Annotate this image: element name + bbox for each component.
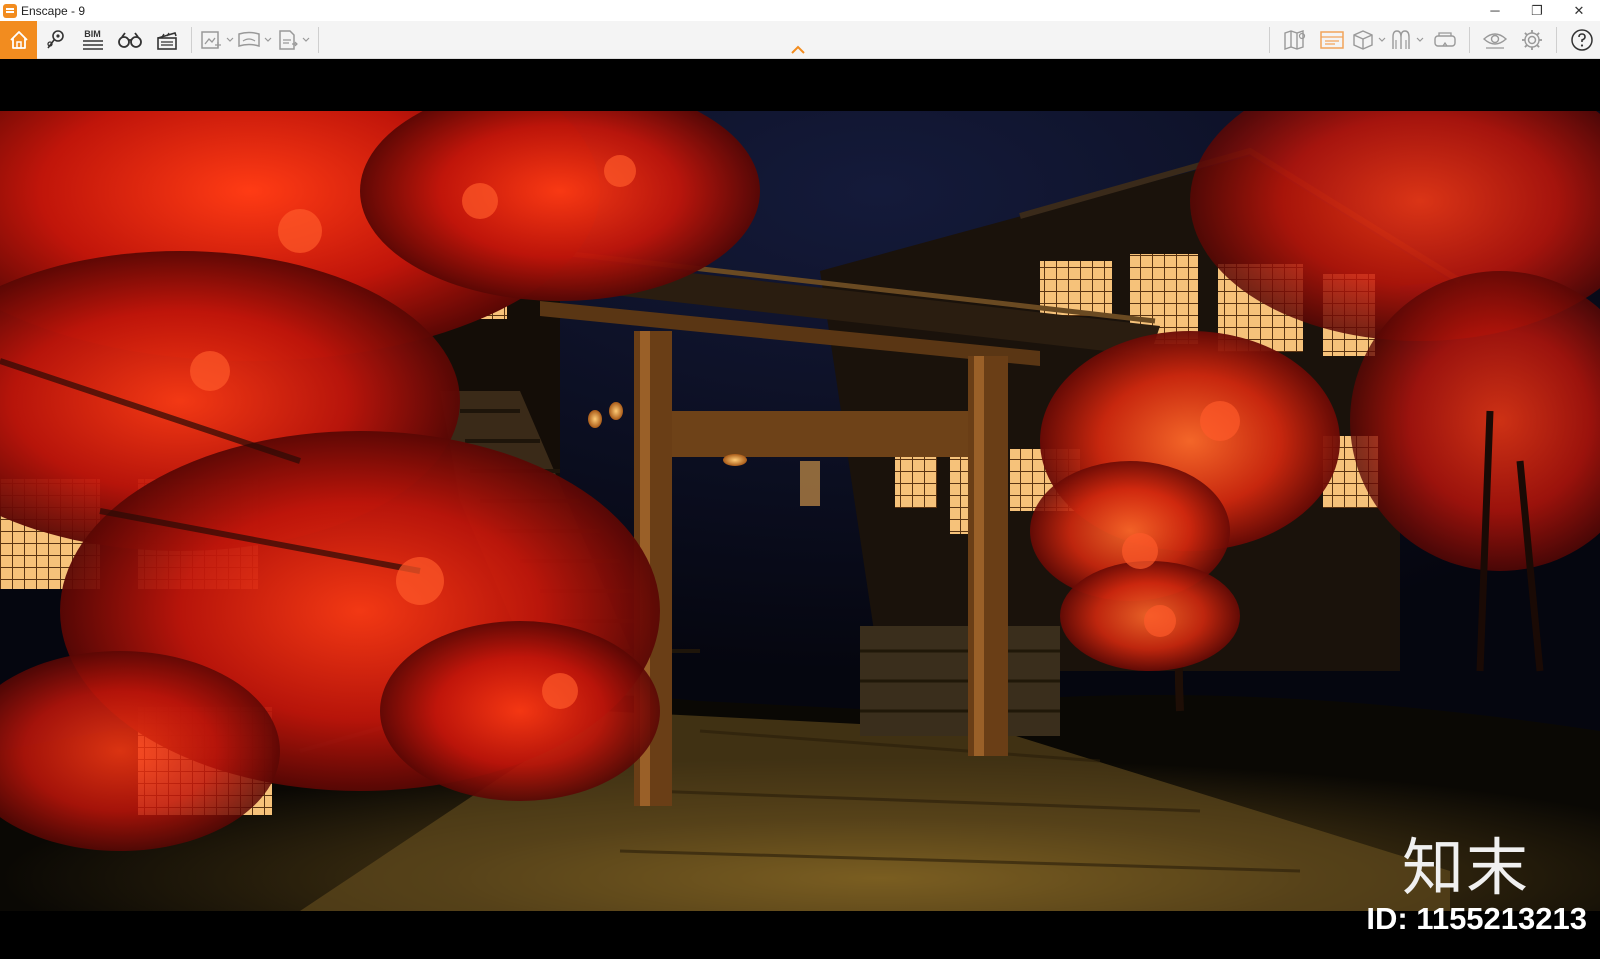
panorama-dropdown[interactable] [262,21,274,59]
restore-button[interactable]: ❐ [1516,0,1558,21]
gear-icon [1521,30,1542,50]
bim-icon: BIM [82,29,104,51]
map-button[interactable] [1276,21,1313,59]
render-viewport[interactable]: 知末 ID: 1155213213 [0,59,1600,959]
atmosphere-dropdown[interactable] [1414,21,1426,59]
objects-dropdown[interactable] [1376,21,1388,59]
main-toolbar: BIM [0,21,1600,59]
panorama-360-icon [238,31,260,48]
toolbar-separator [1469,27,1470,53]
screenshot-button[interactable] [198,21,224,59]
enscape-window: Enscape - 9 ─ ❐ ✕ BIM 知末 ID: 1155213213 [0,0,1600,959]
asset-library-button[interactable] [1313,21,1350,59]
bim-button[interactable]: BIM [74,21,111,59]
watermark-id-label: ID: 1155213213 [1366,901,1587,936]
chevron-down-icon [1378,37,1386,42]
close-button[interactable]: ✕ [1558,0,1600,21]
asset-library-icon [1319,31,1344,49]
export-button[interactable] [274,21,300,59]
vr-button[interactable] [1426,21,1463,59]
panorama-button[interactable] [236,21,262,59]
chevron-down-icon [302,37,310,42]
clapperboard-icon [156,32,177,50]
map-icon [1283,30,1305,50]
bim-label: BIM [84,29,101,39]
home-button[interactable] [0,21,37,59]
binoculars-icon [117,32,142,48]
general-settings-button[interactable] [1513,21,1550,59]
title-bar: Enscape - 9 ─ ❐ ✕ [0,0,1600,21]
screenshot-export-icon [201,31,221,49]
minimize-button[interactable]: ─ [1474,0,1516,21]
views-button[interactable] [37,21,74,59]
help-button[interactable] [1563,21,1600,59]
walk-mode-button[interactable] [111,21,148,59]
scene-image [0,111,1600,911]
objects-button[interactable] [1350,21,1376,59]
home-icon [9,31,28,49]
cube-icon [1353,30,1373,50]
toolbar-separator [1556,27,1557,53]
exe-export-icon [279,30,298,50]
location-pin-icon [46,30,64,49]
rendered-scene[interactable] [0,111,1600,911]
toolbar-left-group: BIM [0,21,325,59]
visual-settings-button[interactable] [1476,21,1513,59]
screenshot-dropdown[interactable] [224,21,236,59]
chevron-down-icon [264,37,272,42]
window-controls: ─ ❐ ✕ [1474,0,1600,21]
toolbar-separator [318,27,319,53]
chevron-down-icon [226,37,234,42]
window-title: Enscape - 9 [21,3,86,18]
eye-icon [1482,33,1507,49]
toolbar-separator [1269,27,1270,53]
help-icon [1570,29,1593,51]
toolbar-separator [191,27,192,53]
atmosphere-button[interactable] [1388,21,1414,59]
export-dropdown[interactable] [300,21,312,59]
chevron-down-icon [1416,37,1424,42]
vr-headset-icon [1433,32,1456,47]
video-editor-button[interactable] [148,21,185,59]
enscape-logo-icon [3,3,17,18]
atmosphere-icon [1392,30,1410,49]
toolbar-right-group [1263,21,1600,59]
collapse-toolbar-icon[interactable] [790,43,806,55]
watermark-brand: 知末 [1401,831,1530,904]
